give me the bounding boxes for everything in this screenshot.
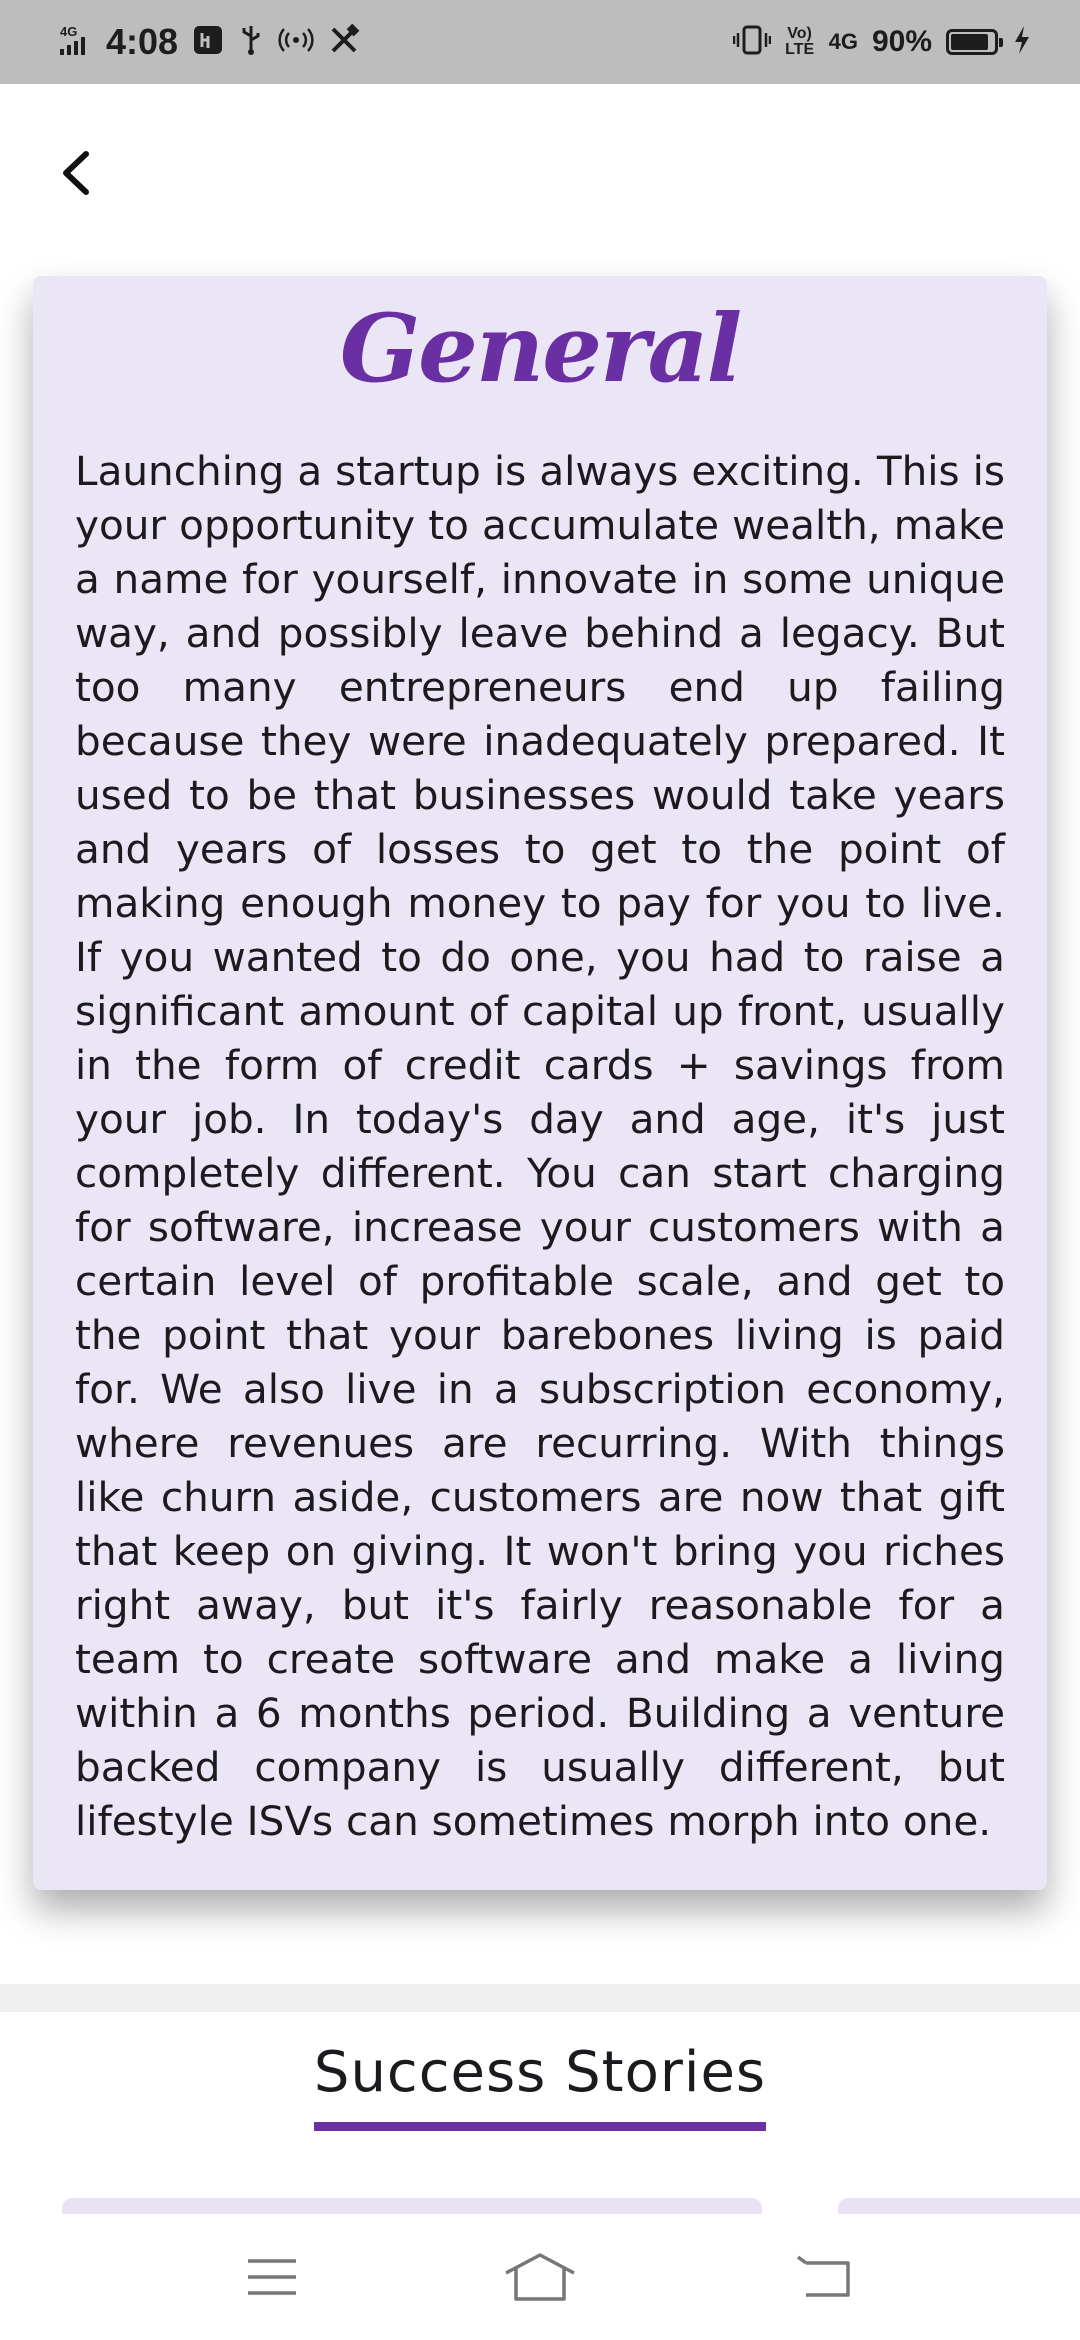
tools-icon bbox=[328, 23, 360, 61]
battery-fill bbox=[951, 34, 989, 50]
home-button[interactable] bbox=[500, 2246, 580, 2308]
app-notification-icon bbox=[192, 24, 224, 61]
home-icon bbox=[505, 2253, 575, 2301]
status-bar-right: Vo) LTE 4G 90% bbox=[732, 0, 1032, 84]
card-title: General bbox=[339, 294, 742, 404]
battery-icon bbox=[946, 29, 1003, 55]
system-back-button[interactable] bbox=[784, 2246, 864, 2308]
svg-text:4G: 4G bbox=[60, 24, 77, 39]
back-icon bbox=[796, 2255, 850, 2297]
usb-icon bbox=[238, 24, 264, 61]
back-button[interactable] bbox=[48, 140, 104, 206]
hotspot-icon bbox=[278, 24, 314, 61]
navigation-bar bbox=[0, 2214, 1080, 2340]
chevron-left-icon bbox=[63, 151, 89, 195]
network-4g-indicator: 4G bbox=[828, 29, 858, 54]
network-signal-icon: 4G bbox=[58, 23, 92, 61]
volte-label: Vo) LTE bbox=[785, 25, 815, 58]
status-time: 4:08 bbox=[106, 21, 179, 62]
success-stories-heading: Success Stories bbox=[313, 2040, 767, 2105]
heading-underline bbox=[314, 2122, 766, 2131]
section-divider bbox=[0, 1984, 1080, 2012]
card-body-text: Launching a startup is always exciting. … bbox=[75, 447, 1005, 1845]
vibrate-icon bbox=[732, 24, 771, 61]
menu-icon bbox=[248, 2259, 296, 2295]
menu-button[interactable] bbox=[232, 2246, 312, 2308]
status-bar-left: 4G 4:08 bbox=[58, 0, 360, 84]
battery-percent: 90% bbox=[871, 25, 932, 58]
general-card: General Launching a startup is always ex… bbox=[33, 276, 1047, 1890]
charging-icon bbox=[1012, 24, 1032, 61]
status-bar: 4G 4:08 Vo) LTE 4G 90% bbox=[0, 0, 1080, 84]
